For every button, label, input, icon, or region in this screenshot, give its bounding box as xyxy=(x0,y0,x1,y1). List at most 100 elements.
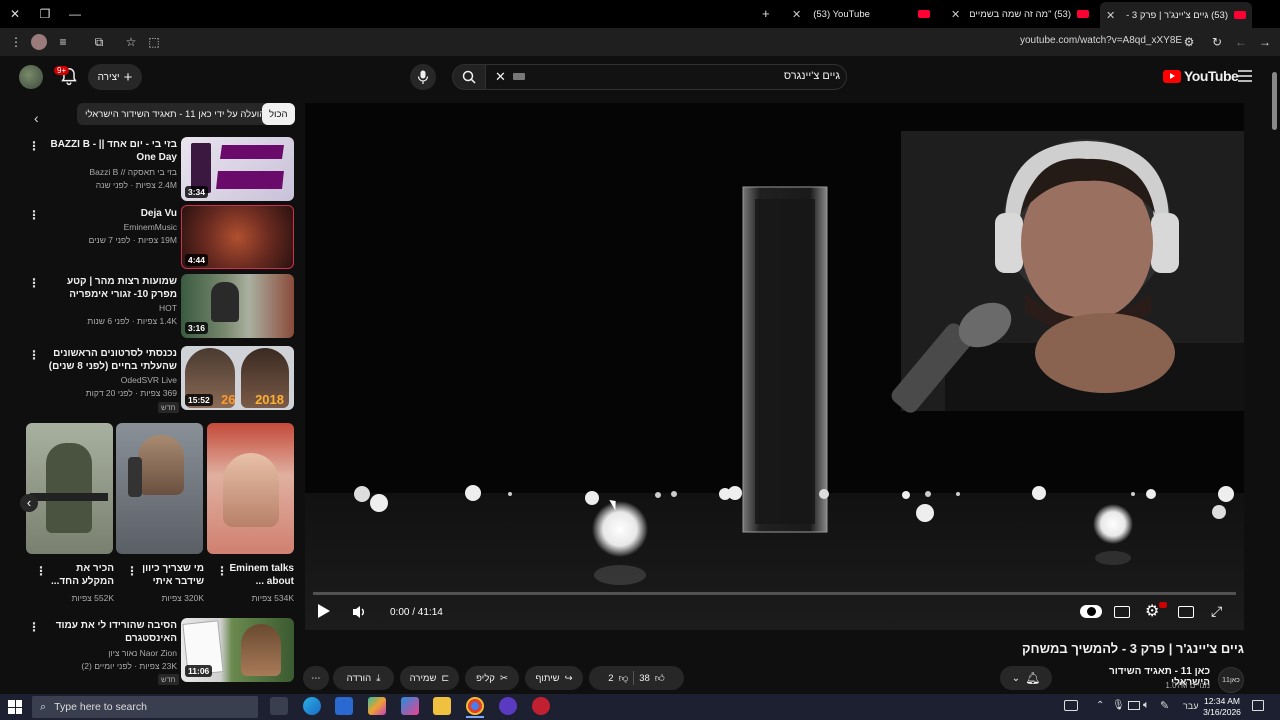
taskbar-search-box[interactable]: ⌕ Type here to search xyxy=(32,696,258,718)
file-explorer-icon[interactable] xyxy=(433,697,451,715)
download-button[interactable]: ⤓ הורדה xyxy=(333,666,394,690)
more-actions-icon[interactable]: ⋮ xyxy=(28,276,40,290)
site-settings-icon[interactable]: ⚙ xyxy=(1181,34,1197,50)
youtube-logo[interactable]: YouTube xyxy=(1163,68,1239,84)
video-player[interactable] xyxy=(305,103,1244,630)
copilot-icon[interactable] xyxy=(368,697,386,715)
related-title[interactable]: נכנסתי לסרטונים הראשונים שהעלתי בחיים (ל… xyxy=(42,347,177,373)
page-scrollbar[interactable] xyxy=(1270,60,1280,694)
related-channel[interactable]: EminemMusic xyxy=(42,221,177,233)
share-button[interactable]: ↪ שיתוף xyxy=(525,666,583,690)
close-tab-icon[interactable]: ✕ xyxy=(792,8,801,21)
video-progress-bar[interactable] xyxy=(313,592,1236,595)
volume-icon[interactable] xyxy=(352,605,368,619)
subscribed-button[interactable]: 🔔︎ ⌄ xyxy=(1000,666,1052,690)
recording-app-icon[interactable] xyxy=(532,697,550,715)
shorts-prev-icon[interactable]: ‹ xyxy=(20,494,38,512)
short-title[interactable]: מי שצריך כיוון שידבר איתי xyxy=(134,562,204,588)
profile-avatar[interactable] xyxy=(31,34,47,50)
hamburger-menu-icon[interactable] xyxy=(1238,70,1252,82)
more-menu-icon[interactable]: ⋮ xyxy=(8,34,24,50)
tab-sky[interactable]: (53) "מה זה שמה בשמיים?": יל ✕ xyxy=(945,4,1095,24)
extensions-icon[interactable]: ⧉ xyxy=(91,34,107,50)
volume-tray-icon[interactable]: 🔈︎ xyxy=(1143,699,1150,712)
related-channel[interactable]: Naor Zion נאור ציון xyxy=(42,647,177,659)
short-thumbnail[interactable] xyxy=(116,423,203,554)
save-button[interactable]: ⊐ שמירה xyxy=(400,666,459,690)
close-tab-icon[interactable]: ✕ xyxy=(951,8,960,21)
tab-game-changer[interactable]: (53) גיים צ'יינג'ר | פרק 3 - להמ ✕ xyxy=(1100,2,1252,28)
clear-search-icon[interactable]: ✕ xyxy=(495,69,506,85)
short-thumbnail[interactable] xyxy=(207,423,294,554)
battery-icon[interactable] xyxy=(1128,701,1140,710)
edge-browser-icon[interactable] xyxy=(303,697,321,715)
like-divider xyxy=(633,671,635,685)
voice-search-button[interactable] xyxy=(410,64,436,90)
create-button[interactable]: + יצירה xyxy=(88,64,142,90)
related-title[interactable]: Deja Vu xyxy=(42,207,177,220)
more-actions-icon[interactable]: ⋮ xyxy=(28,620,40,634)
address-bar[interactable]: youtube.com/watch?v=A8qd_xXY8E xyxy=(1020,35,1182,46)
taskbar-clock[interactable]: 12:34 AM 3/16/2026 xyxy=(1200,696,1244,718)
microphone-tray-icon[interactable]: 🎙︎ xyxy=(1112,700,1125,711)
short-title[interactable]: הכיר את המקלע החד... xyxy=(44,562,114,588)
store-icon[interactable] xyxy=(335,697,353,715)
search-button[interactable] xyxy=(452,64,486,90)
chip-uploaded-by[interactable]: הועלה על ידי כאן 11 - תאגיד השידור הישרא… xyxy=(77,103,274,125)
related-channel[interactable]: HOT xyxy=(42,302,177,314)
more-actions-icon[interactable]: ⋮ xyxy=(216,564,228,578)
related-channel[interactable]: בזי בי תאסקה // Bazzi B xyxy=(42,166,177,178)
reload-icon[interactable]: ↻ xyxy=(1209,34,1225,50)
more-actions-icon[interactable]: ⋮ xyxy=(35,564,47,578)
windows-start-icon[interactable] xyxy=(8,700,22,714)
notification-center-icon[interactable] xyxy=(1252,700,1264,711)
chrome-icon[interactable] xyxy=(466,697,484,715)
input-language[interactable]: עבר xyxy=(1183,701,1198,711)
related-title[interactable]: בזי בי - יום אחד || BAZZI B - One Day xyxy=(42,138,177,164)
channel-avatar[interactable]: כאן11 xyxy=(1218,667,1244,693)
miniplayer-icon[interactable] xyxy=(1178,606,1194,618)
scrollbar-thumb[interactable] xyxy=(1272,72,1277,130)
more-actions-icon[interactable]: ⋮ xyxy=(28,139,40,153)
close-tab-icon[interactable]: ✕ xyxy=(1106,9,1115,22)
more-actions-icon[interactable]: ⋮ xyxy=(126,564,138,578)
related-channel[interactable]: OdedSVR Live xyxy=(42,374,177,386)
office-icon[interactable] xyxy=(401,697,419,715)
more-actions-icon[interactable]: ⋮ xyxy=(28,348,40,362)
restore-window-icon[interactable]: ❐ xyxy=(30,0,60,28)
chip-all[interactable]: הכול xyxy=(262,103,295,125)
playlist-icon[interactable]: ≡ xyxy=(55,34,71,50)
more-actions-icon[interactable]: ⋮ xyxy=(28,208,40,222)
forward-arrow-icon[interactable]: → xyxy=(1257,34,1273,50)
autoplay-toggle[interactable] xyxy=(1080,605,1102,618)
screenshot-icon[interactable]: ⬚ xyxy=(146,34,162,50)
related-title[interactable]: שמועות רצות מהר | קטע מפרק 10- זגורי אימ… xyxy=(42,275,177,301)
thumbnail-art xyxy=(216,171,284,189)
like-icon[interactable]: 👍︎ xyxy=(655,672,665,684)
fullscreen-icon[interactable]: ⤢ xyxy=(1211,603,1222,620)
account-avatar[interactable] xyxy=(19,65,43,89)
settings-gear-icon[interactable]: ⚙ xyxy=(1145,603,1159,621)
bookmark-star-icon[interactable]: ☆ xyxy=(123,34,139,50)
chrome-profile-icon[interactable] xyxy=(499,697,517,715)
tab-youtube-home[interactable]: ✕ (53) YouTube xyxy=(786,4,936,24)
play-icon[interactable] xyxy=(318,604,330,618)
keyboard-icon[interactable] xyxy=(513,73,525,80)
chip-scroll-left-icon[interactable]: ‹ xyxy=(34,110,50,126)
task-view-icon[interactable] xyxy=(270,697,288,715)
close-window-icon[interactable]: ✕ xyxy=(0,0,30,28)
more-actions-button[interactable]: ⋯ xyxy=(303,666,329,690)
new-tab-icon[interactable]: + xyxy=(762,6,770,21)
dislike-icon[interactable]: 👎︎ xyxy=(619,672,629,684)
short-thumbnail[interactable] xyxy=(26,423,113,554)
keyboard-layout-icon[interactable] xyxy=(1064,700,1078,711)
pen-icon[interactable]: ✎ xyxy=(1160,699,1169,712)
clip-button[interactable]: ✂ קליפ xyxy=(465,666,519,690)
subtitles-icon[interactable] xyxy=(1114,606,1130,618)
short-title[interactable]: Eminem talks about ... xyxy=(224,562,294,588)
show-hidden-icons-icon[interactable]: ⌃ xyxy=(1096,700,1104,711)
minimize-window-icon[interactable]: — xyxy=(60,0,90,28)
back-arrow-icon[interactable]: ← xyxy=(1233,34,1249,50)
related-title[interactable]: הסיבה שהורידו לי את עמוד האינסטגרם xyxy=(42,619,177,645)
youtube-favicon-icon xyxy=(1077,10,1089,18)
